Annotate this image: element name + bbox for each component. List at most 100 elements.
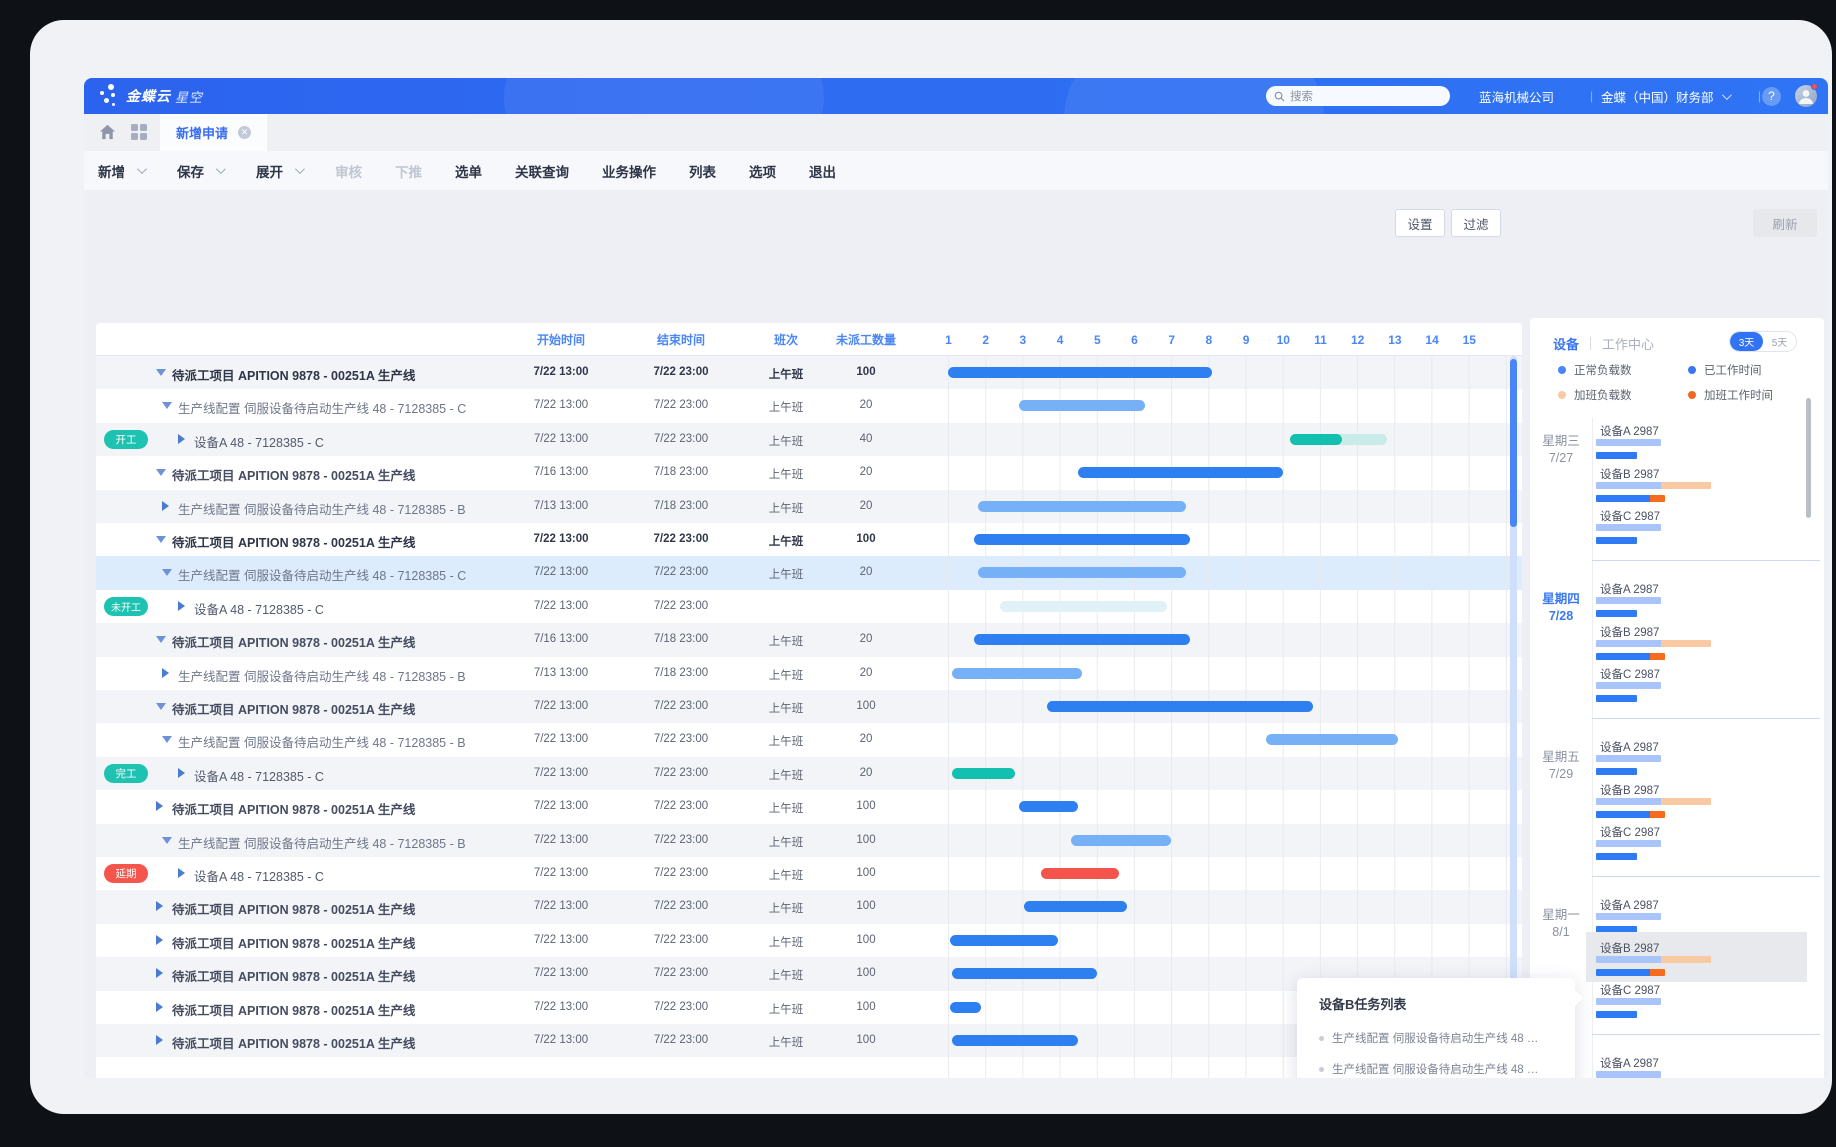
device-load-bar[interactable] bbox=[1596, 439, 1661, 446]
user-avatar[interactable] bbox=[1795, 85, 1817, 107]
gantt-bar[interactable] bbox=[1071, 835, 1171, 846]
expand-arrow-icon[interactable] bbox=[156, 935, 163, 945]
org-switcher[interactable]: 金蝶（中国）财务部 bbox=[1601, 78, 1729, 114]
device-load-bar[interactable] bbox=[1596, 755, 1661, 762]
toolbar-button-保存[interactable]: 保存 bbox=[177, 161, 223, 181]
device-load-bar[interactable] bbox=[1596, 640, 1711, 647]
task-name[interactable]: 生产线配置 伺服设备待启动生产线 48 - 7128385 - B bbox=[178, 499, 466, 518]
device-work-bar[interactable] bbox=[1596, 853, 1637, 860]
device-load-bar[interactable] bbox=[1596, 913, 1661, 920]
gantt-bar[interactable] bbox=[1041, 868, 1119, 879]
gantt-bar[interactable] bbox=[1047, 701, 1313, 712]
collapse-arrow-icon[interactable] bbox=[162, 736, 172, 743]
gantt-bar[interactable] bbox=[1266, 734, 1398, 745]
home-icon[interactable] bbox=[98, 123, 117, 142]
range-toggle-option[interactable]: 3天 bbox=[1730, 332, 1763, 351]
device-work-bar[interactable] bbox=[1596, 1011, 1637, 1018]
collapse-arrow-icon[interactable] bbox=[156, 703, 166, 710]
toolbar-button-退出[interactable]: 退出 bbox=[809, 161, 836, 181]
expand-arrow-icon[interactable] bbox=[162, 668, 169, 678]
expand-arrow-icon[interactable] bbox=[162, 501, 169, 511]
device-work-bar[interactable] bbox=[1596, 452, 1637, 459]
task-name[interactable]: 生产线配置 伺服设备待启动生产线 48 - 7128385 - B bbox=[178, 666, 466, 685]
collapse-arrow-icon[interactable] bbox=[162, 837, 172, 844]
device-load-bar[interactable] bbox=[1596, 956, 1711, 963]
expand-arrow-icon[interactable] bbox=[156, 801, 163, 811]
device-work-bar[interactable] bbox=[1596, 495, 1665, 502]
tab-close-icon[interactable]: ✕ bbox=[238, 126, 251, 139]
filter-button[interactable]: 过滤 bbox=[1451, 209, 1501, 237]
collapse-arrow-icon[interactable] bbox=[156, 469, 166, 476]
device-name[interactable]: 设备A 2987 bbox=[1600, 423, 1659, 439]
device-name[interactable]: 设备C 2987 bbox=[1600, 508, 1660, 524]
device-name[interactable]: 设备A 2987 bbox=[1600, 1055, 1659, 1071]
task-name[interactable]: 生产线配置 伺服设备待启动生产线 48 - 7128385 - B bbox=[178, 833, 466, 852]
device-load-bar[interactable] bbox=[1596, 840, 1661, 847]
device-load-bar[interactable] bbox=[1596, 998, 1661, 1005]
toolbar-button-选单[interactable]: 选单 bbox=[455, 161, 482, 181]
device-name[interactable]: 设备C 2987 bbox=[1600, 824, 1660, 840]
device-work-bar[interactable] bbox=[1596, 768, 1637, 775]
gantt-bar[interactable] bbox=[950, 935, 1058, 946]
task-name[interactable]: 待派工项目 APITION 9878 - 00251A 生产线 bbox=[172, 1033, 415, 1052]
task-name[interactable]: 待派工项目 APITION 9878 - 00251A 生产线 bbox=[172, 933, 415, 952]
device-load-bar[interactable] bbox=[1596, 482, 1711, 489]
task-name[interactable]: 待派工项目 APITION 9878 - 00251A 生产线 bbox=[172, 966, 415, 985]
gantt-bar[interactable] bbox=[952, 668, 1082, 679]
gantt-bar[interactable] bbox=[952, 968, 1097, 979]
gantt-bar[interactable] bbox=[974, 634, 1190, 645]
toolbar-button-关联查询[interactable]: 关联查询 bbox=[515, 161, 569, 181]
task-name[interactable]: 设备A 48 - 7128385 - C bbox=[194, 866, 324, 885]
device-work-bar[interactable] bbox=[1596, 811, 1665, 818]
apps-grid-icon[interactable] bbox=[130, 123, 148, 141]
toolbar-button-选项[interactable]: 选项 bbox=[749, 161, 776, 181]
device-load-bar[interactable] bbox=[1596, 1071, 1661, 1078]
gantt-bar[interactable] bbox=[952, 1035, 1078, 1046]
task-name[interactable]: 待派工项目 APITION 9878 - 00251A 生产线 bbox=[172, 632, 415, 651]
gantt-bar[interactable] bbox=[974, 534, 1190, 545]
collapse-arrow-icon[interactable] bbox=[156, 636, 166, 643]
gantt-bar[interactable] bbox=[978, 567, 1186, 578]
device-name[interactable]: 设备A 2987 bbox=[1600, 739, 1659, 755]
collapse-arrow-icon[interactable] bbox=[162, 402, 172, 409]
expand-arrow-icon[interactable] bbox=[156, 1035, 163, 1045]
gantt-bar[interactable] bbox=[978, 501, 1186, 512]
gantt-bar[interactable] bbox=[1019, 400, 1145, 411]
task-name[interactable]: 生产线配置 伺服设备待启动生产线 48 - 7128385 - B bbox=[178, 732, 466, 751]
device-load-bar[interactable] bbox=[1596, 524, 1661, 531]
toolbar-button-展开[interactable]: 展开 bbox=[256, 161, 302, 181]
expand-arrow-icon[interactable] bbox=[156, 901, 163, 911]
gantt-bar[interactable] bbox=[952, 768, 1015, 779]
gantt-bar[interactable] bbox=[1290, 434, 1342, 445]
collapse-arrow-icon[interactable] bbox=[162, 569, 172, 576]
gantt-bar[interactable] bbox=[1078, 467, 1283, 478]
task-name[interactable]: 设备A 48 - 7128385 - C bbox=[194, 432, 324, 451]
task-name[interactable]: 待派工项目 APITION 9878 - 00251A 生产线 bbox=[172, 365, 415, 384]
task-name[interactable]: 生产线配置 伺服设备待启动生产线 48 - 7128385 - C bbox=[178, 565, 466, 584]
toolbar-button-列表[interactable]: 列表 bbox=[689, 161, 716, 181]
gantt-bar[interactable] bbox=[1000, 601, 1167, 612]
expand-arrow-icon[interactable] bbox=[178, 768, 185, 778]
task-name[interactable]: 待派工项目 APITION 9878 - 00251A 生产线 bbox=[172, 799, 415, 818]
tooltip-task-item[interactable]: 生产线配置 伺服设备待启动生产线 48 … bbox=[1319, 1061, 1538, 1077]
refresh-button[interactable]: 刷新 bbox=[1753, 209, 1817, 237]
gantt-bar[interactable] bbox=[1024, 901, 1126, 912]
toolbar-button-业务操作[interactable]: 业务操作 bbox=[602, 161, 656, 181]
toolbar-button-新增[interactable]: 新增 bbox=[98, 161, 144, 181]
device-load-bar[interactable] bbox=[1596, 798, 1711, 805]
task-name[interactable]: 设备A 48 - 7128385 - C bbox=[194, 599, 324, 618]
device-work-bar[interactable] bbox=[1596, 653, 1665, 660]
vertical-scrollbar-thumb[interactable] bbox=[1510, 359, 1517, 527]
device-name[interactable]: 设备B 2987 bbox=[1600, 782, 1659, 798]
device-work-bar[interactable] bbox=[1596, 969, 1665, 976]
task-name[interactable]: 待派工项目 APITION 9878 - 00251A 生产线 bbox=[172, 699, 415, 718]
task-name[interactable]: 待派工项目 APITION 9878 - 00251A 生产线 bbox=[172, 465, 415, 484]
task-name[interactable]: 生产线配置 伺服设备待启动生产线 48 - 7128385 - C bbox=[178, 398, 466, 417]
help-icon[interactable]: ? bbox=[1762, 87, 1781, 106]
task-name[interactable]: 设备A 48 - 7128385 - C bbox=[194, 766, 324, 785]
expand-arrow-icon[interactable] bbox=[156, 1002, 163, 1012]
expand-arrow-icon[interactable] bbox=[178, 868, 185, 878]
device-name[interactable]: 设备B 2987 bbox=[1600, 466, 1659, 482]
global-search-input[interactable]: 搜索 bbox=[1266, 86, 1450, 106]
device-load-bar[interactable] bbox=[1596, 682, 1661, 689]
